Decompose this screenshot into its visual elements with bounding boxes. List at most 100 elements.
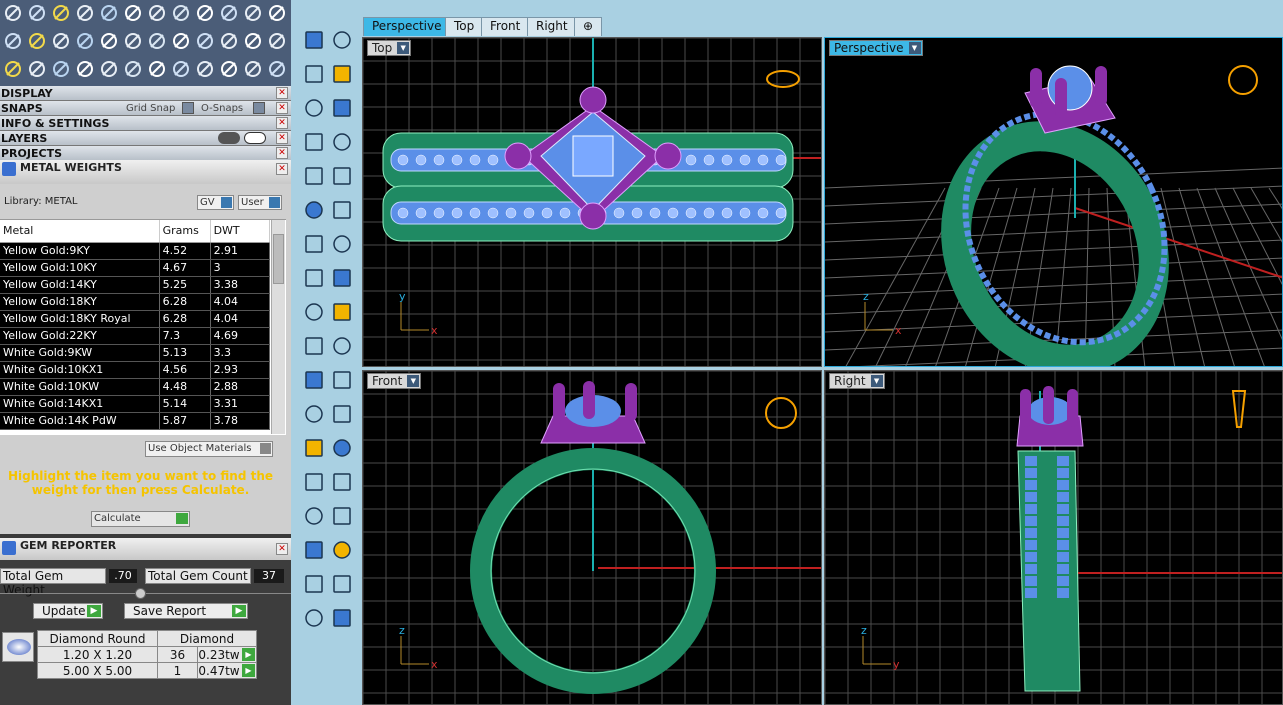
layers-header[interactable]: LAYERS ✕ [0,131,291,146]
rotate-icon[interactable] [330,402,354,426]
table-row[interactable]: White Gold:10KX1 4.56 2.93 [0,361,271,379]
update-button[interactable]: Update ▶ [33,603,103,619]
render-icon[interactable] [330,606,354,630]
grid-snap-toggle[interactable]: Grid Snap [126,101,175,116]
projects-header[interactable]: PROJECTS ✕ [0,146,291,161]
boolean-icon[interactable] [302,368,326,392]
gv-button[interactable]: GV [197,195,234,210]
cylinder-icon[interactable] [302,266,326,290]
close-icon[interactable]: ✕ [276,543,288,555]
osnaps-button[interactable] [253,102,265,114]
viewport-label-front[interactable]: Front ▼ [367,373,422,389]
scrollbar[interactable] [271,220,285,434]
play-icon[interactable]: ▶ [242,648,255,661]
panel-icon[interactable] [266,2,288,24]
gem-set-icon[interactable] [98,2,120,24]
column-header-grams[interactable]: Grams [159,220,211,243]
shade-icon[interactable] [302,606,326,630]
viewport-top[interactable]: Top ▼ yx [362,37,822,367]
surface-icon[interactable] [302,198,326,222]
eye-closed-icon[interactable] [218,132,240,144]
snaps-panel-header[interactable]: SNAPS Grid Snap O-Snaps ✕ [0,101,291,116]
chevron-down-icon[interactable]: ▼ [870,375,883,387]
sphere-icon[interactable] [170,2,192,24]
explode-icon[interactable] [302,300,326,324]
tab-front[interactable]: Front [481,17,530,36]
select-icon[interactable] [146,2,168,24]
sphere-icon[interactable] [170,30,192,52]
close-icon[interactable]: ✕ [276,147,288,159]
table-row[interactable]: Yellow Gold:14KY 5.25 3.38 [0,276,271,294]
arc-tool-icon[interactable] [26,30,48,52]
table-row[interactable]: Yellow Gold:10KY 4.67 3 [0,259,271,277]
gem-row[interactable]: 1.20 X 1.20 36 0.23tw ▶ [37,646,257,663]
table-row[interactable]: White Gold:10KW 4.48 2.88 [0,378,271,396]
viewport-right[interactable]: Right ▼ zy [824,370,1283,705]
rectangle-icon[interactable] [330,130,354,154]
chevron-down-icon[interactable]: ▼ [407,375,420,387]
chevron-down-icon[interactable]: ▼ [908,42,921,54]
viewport-label-perspective[interactable]: Perspective ▼ [829,40,923,56]
blank-icon[interactable] [218,58,240,80]
panel-icon[interactable] [266,30,288,52]
check-icon[interactable] [330,572,354,596]
join-icon[interactable] [330,300,354,324]
extrude-icon[interactable] [330,198,354,222]
select-arrow-icon[interactable] [302,28,326,52]
fillet-icon[interactable] [330,164,354,188]
column-header-dwt[interactable]: DWT [210,220,271,243]
viewport-label-top[interactable]: Top ▼ [367,40,412,56]
polyline-icon[interactable] [302,62,326,86]
blank-icon[interactable] [218,30,240,52]
select-icon[interactable] [146,58,168,80]
arc-tool-icon[interactable] [26,58,48,80]
bend-icon[interactable] [302,572,326,596]
scale-icon[interactable] [330,436,354,460]
sparkle-icon[interactable] [122,30,144,52]
add-point-icon[interactable] [50,2,72,24]
curve-edit-icon[interactable] [302,402,326,426]
add-point-icon[interactable] [50,30,72,52]
curve-icon[interactable] [330,62,354,86]
arc-icon[interactable] [302,130,326,154]
add-tab-button[interactable]: ⊕ [574,17,603,36]
select-icon[interactable] [146,30,168,52]
point-icon[interactable] [330,28,354,52]
close-icon[interactable]: ✕ [276,87,288,99]
array-icon[interactable] [302,470,326,494]
save-report-button[interactable]: Save Report ▶ [124,603,248,619]
curve-tool-icon[interactable] [2,58,24,80]
window-icon[interactable] [242,30,264,52]
use-object-materials-button[interactable]: Use Object Materials [145,441,273,457]
close-icon[interactable]: ✕ [276,102,288,114]
sparkle-icon[interactable] [122,58,144,80]
gem-set-icon[interactable] [98,30,120,52]
trim-icon[interactable] [302,334,326,358]
osnaps-toggle[interactable]: O-Snaps [201,101,243,116]
sphere-icon[interactable] [330,232,354,256]
eye-icon[interactable] [244,132,266,144]
close-icon[interactable]: ✕ [276,117,288,129]
table-row[interactable]: White Gold:14K PdW 5.87 3.78 [0,412,271,430]
table-row[interactable]: White Gold:14KX1 5.14 3.31 [0,395,271,413]
curve-tool-icon[interactable] [2,2,24,24]
scroll-thumb[interactable] [273,234,284,284]
polygon-icon[interactable] [302,164,326,188]
blank-icon[interactable] [218,2,240,24]
table-row[interactable]: Yellow Gold:18KY Royal 6.28 4.04 [0,310,271,328]
circle-icon[interactable] [302,96,326,120]
ellipse-icon[interactable] [330,96,354,120]
layer-icon[interactable] [330,538,354,562]
table-row[interactable]: Yellow Gold:18KY 6.28 4.04 [0,293,271,311]
tab-top[interactable]: Top [445,17,484,36]
camera-icon[interactable] [194,30,216,52]
group-icon[interactable] [330,368,354,392]
prong-icon[interactable] [330,504,354,528]
box-icon[interactable] [302,232,326,256]
panel-icon[interactable] [266,58,288,80]
window-icon[interactable] [242,2,264,24]
split-icon[interactable] [330,334,354,358]
gem-icon[interactable] [302,504,326,528]
mirror-icon[interactable] [330,470,354,494]
sparkle-icon[interactable] [122,2,144,24]
